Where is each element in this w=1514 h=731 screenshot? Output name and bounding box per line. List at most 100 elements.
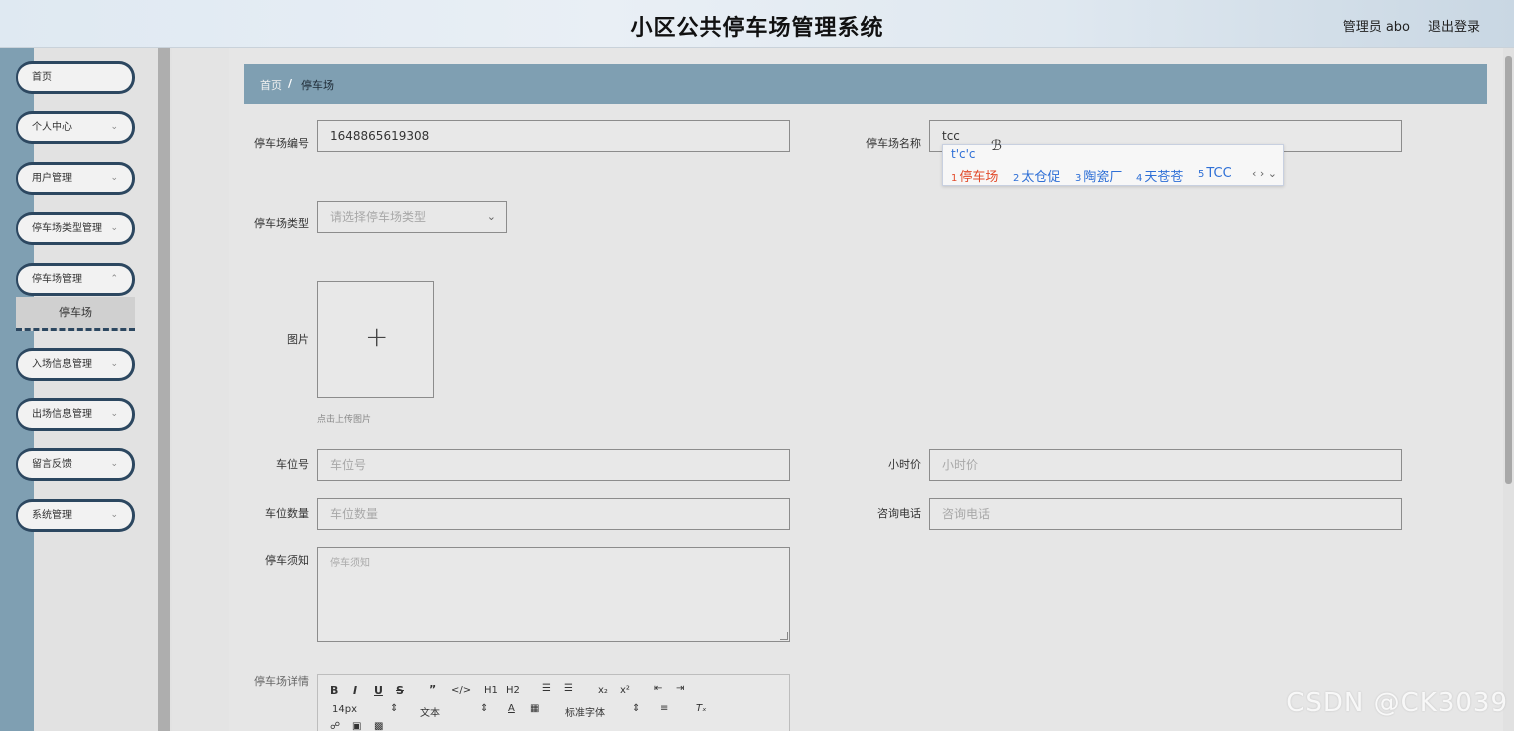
- plus-icon: +: [365, 320, 389, 353]
- sidebar-item-label: 留言反馈: [32, 459, 72, 470]
- sidebar-item-exit-management[interactable]: 出场信息管理 ⌄: [16, 398, 135, 431]
- superscript-icon[interactable]: x²: [620, 685, 630, 696]
- breadcrumb: 首页 / 停车场: [244, 64, 1487, 104]
- sidebar-item-lot-management[interactable]: 停车场管理 ⌃: [16, 263, 135, 296]
- underline-icon[interactable]: U: [374, 684, 383, 697]
- code-icon[interactable]: </>: [451, 685, 471, 696]
- sidebar-item-lot-type-management[interactable]: 停车场类型管理 ⌄: [16, 212, 135, 245]
- space-count-input[interactable]: 车位数量: [317, 498, 790, 530]
- app-title: 小区公共停车场管理系统: [630, 16, 884, 41]
- breadcrumb-separator: /: [288, 77, 293, 90]
- font-size-select[interactable]: 14px: [332, 704, 357, 715]
- phone-input[interactable]: 咨询电话: [929, 498, 1402, 530]
- chevron-down-icon: ⌄: [486, 210, 496, 223]
- sidebar-item-label: 个人中心: [32, 122, 72, 133]
- chevron-down-icon: ⌄: [110, 173, 118, 183]
- sidebar-item-label: 入场信息管理: [32, 359, 92, 370]
- upload-hint: 点击上传图片: [317, 415, 372, 425]
- scrollbar-thumb[interactable]: [1505, 56, 1512, 484]
- background-color-icon[interactable]: ▦: [530, 703, 539, 714]
- sidebar-item-label: 停车场管理: [32, 274, 82, 285]
- clear-format-icon[interactable]: Tₓ: [696, 703, 707, 714]
- image-upload-box[interactable]: +: [317, 281, 434, 398]
- ime-next-page-icon[interactable]: ‹ › ⌄: [1252, 167, 1277, 180]
- link-icon[interactable]: ☍: [330, 721, 340, 731]
- resize-handle-icon[interactable]: [780, 632, 788, 640]
- sidebar-subitem-parking-lot[interactable]: 停车场: [16, 297, 135, 331]
- subscript-icon[interactable]: x₂: [598, 685, 608, 696]
- logout-link[interactable]: 退出登录: [1428, 16, 1480, 35]
- chevron-updown-icon: ⇕: [390, 703, 399, 714]
- text-color-icon[interactable]: A: [508, 703, 515, 714]
- strike-icon[interactable]: S: [396, 684, 404, 697]
- text-style-select[interactable]: 文本: [420, 704, 440, 719]
- chevron-updown-icon: ⇕: [632, 703, 641, 714]
- ime-candidate[interactable]: 1 停车场: [951, 166, 998, 185]
- notice-placeholder: 停车须知: [330, 558, 370, 569]
- app-header: 小区公共停车场管理系统 管理员 abo 退出登录: [0, 0, 1514, 48]
- ordered-list-icon[interactable]: ☰: [542, 683, 551, 694]
- chevron-down-icon: ⌄: [110, 510, 118, 520]
- quote-icon[interactable]: ”: [429, 683, 436, 696]
- hourly-price-label: 小时价: [888, 458, 921, 471]
- chevron-down-icon: ⌄: [110, 122, 118, 132]
- sidebar-item-feedback[interactable]: 留言反馈 ⌄: [16, 448, 135, 481]
- italic-icon[interactable]: I: [353, 684, 357, 697]
- page-scrollbar[interactable]: [1503, 48, 1514, 731]
- lot-number-input[interactable]: 1648865619308: [317, 120, 790, 152]
- phone-label: 咨询电话: [877, 507, 921, 520]
- lot-name-label: 停车场名称: [866, 137, 921, 150]
- image-label: 图片: [287, 333, 309, 346]
- align-icon[interactable]: ≡: [660, 703, 668, 714]
- space-count-label: 车位数量: [265, 507, 309, 520]
- rich-text-editor: B I U S ” </> H1 H2 ☰ ☰ x₂ x² ⇤ ⇥ 14px ⇕…: [317, 674, 790, 731]
- sidebar-item-label: 首页: [32, 72, 52, 83]
- current-user: 管理员 abo: [1342, 20, 1410, 35]
- lot-type-label: 停车场类型: [254, 217, 309, 230]
- ime-composition: t'c'c: [951, 147, 976, 161]
- bold-icon[interactable]: B: [330, 684, 338, 697]
- heading1-icon[interactable]: H1: [484, 685, 498, 696]
- indent-icon[interactable]: ⇥: [676, 683, 684, 694]
- sidebar: 首页 个人中心 ⌄ 用户管理 ⌄ 停车场类型管理 ⌄ 停车场管理 ⌃ 停车场 入…: [0, 48, 172, 731]
- sidebar-item-label: 用户管理: [32, 173, 72, 184]
- notice-textarea[interactable]: 停车须知: [317, 547, 790, 642]
- breadcrumb-current: 停车场: [301, 79, 334, 92]
- text-cursor-icon: ℬ: [991, 138, 1003, 154]
- outdent-icon[interactable]: ⇤: [654, 683, 662, 694]
- image-icon[interactable]: ▣: [352, 721, 361, 731]
- chevron-down-icon: ⌄: [110, 359, 118, 369]
- video-icon[interactable]: ▩: [374, 721, 383, 731]
- chevron-down-icon: ⌄: [110, 223, 118, 233]
- sidebar-item-entry-management[interactable]: 入场信息管理 ⌄: [16, 348, 135, 381]
- lot-type-placeholder: 请选择停车场类型: [330, 210, 427, 224]
- breadcrumb-home[interactable]: 首页: [260, 77, 282, 93]
- sidebar-item-system-management[interactable]: 系统管理 ⌄: [16, 499, 135, 532]
- main-content: 首页 / 停车场 停车场编号 1648865619308 停车场名称 tcc 停…: [229, 48, 1503, 731]
- ime-candidate[interactable]: 2 太仓促: [1013, 166, 1060, 185]
- sidebar-item-personal-center[interactable]: 个人中心 ⌄: [16, 111, 135, 144]
- chevron-down-icon: ⌄: [110, 409, 118, 419]
- sidebar-item-label: 出场信息管理: [32, 409, 92, 420]
- chevron-up-icon: ⌃: [110, 274, 118, 284]
- watermark: CSDN @CK3039: [1286, 688, 1508, 718]
- sidebar-item-home[interactable]: 首页: [16, 61, 135, 94]
- hourly-price-input[interactable]: 小时价: [929, 449, 1402, 481]
- space-no-label: 车位号: [276, 458, 309, 471]
- ime-candidate[interactable]: 4 天苍苍: [1136, 166, 1183, 185]
- details-label: 停车场详情: [254, 675, 309, 688]
- lot-type-select[interactable]: 请选择停车场类型 ⌄: [317, 201, 507, 233]
- ime-candidate[interactable]: 5 TCC: [1198, 166, 1232, 181]
- sidebar-item-label: 系统管理: [32, 510, 72, 521]
- chevron-down-icon: ⌄: [110, 459, 118, 469]
- lot-number-label: 停车场编号: [254, 137, 309, 150]
- ime-candidate[interactable]: 3 陶瓷厂: [1075, 166, 1122, 185]
- font-family-select[interactable]: 标准字体: [565, 704, 605, 719]
- notice-label: 停车须知: [265, 554, 309, 567]
- sidebar-item-user-management[interactable]: 用户管理 ⌄: [16, 162, 135, 195]
- space-no-input[interactable]: 车位号: [317, 449, 790, 481]
- heading2-icon[interactable]: H2: [506, 685, 520, 696]
- bullet-list-icon[interactable]: ☰: [564, 683, 573, 694]
- chevron-updown-icon: ⇕: [480, 703, 489, 714]
- sidebar-item-label: 停车场类型管理: [32, 223, 102, 234]
